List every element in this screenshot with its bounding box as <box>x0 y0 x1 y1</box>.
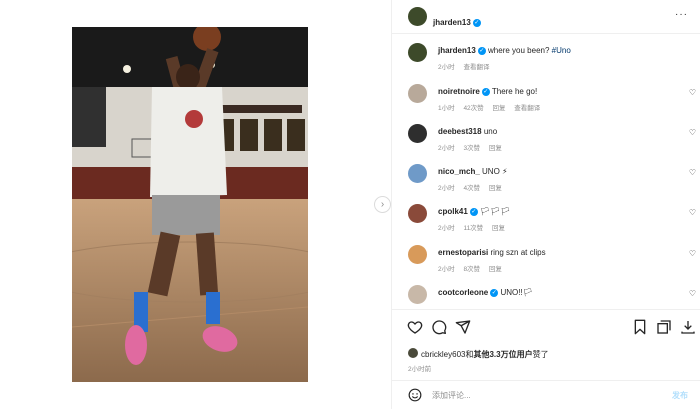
comment-reply-link[interactable]: 回复 <box>489 185 502 192</box>
comment-text: cootcorleone ✓ UNO!!🏳 <box>438 288 533 298</box>
likes-others[interactable]: 其他3.3万位用户 <box>473 350 532 359</box>
post-actions-bar <box>392 309 700 345</box>
comment-meta: 2小时 11次赞 回复 <box>438 222 512 232</box>
post-details-pane: jharden13 ✓ jharden13 ✓ where you been? #U… <box>392 0 700 409</box>
post-timestamp: 2小时前 <box>408 366 432 373</box>
media-pane: › <box>0 0 391 409</box>
verified-badge-icon: ✓ <box>490 289 499 297</box>
comment-username[interactable]: cootcorleone <box>438 288 488 297</box>
comment-body: UNO ⚡ <box>482 167 508 176</box>
caption-username[interactable]: jharden13 <box>438 46 476 55</box>
comment-text: ernestoparisi ring szn at clips <box>438 248 546 258</box>
commenter-avatar[interactable] <box>408 245 427 264</box>
comment-reply-link[interactable]: 回复 <box>489 266 502 273</box>
author-username[interactable]: jharden13 <box>433 18 471 27</box>
comment-reply-link[interactable]: 回复 <box>492 225 505 232</box>
comment-likes[interactable]: 3次赞 <box>463 145 480 152</box>
comment-text: nico_mch_ UNO ⚡ <box>438 167 508 177</box>
heart-icon[interactable] <box>407 319 423 335</box>
post-comment-button[interactable]: 发布 <box>672 390 688 401</box>
comment-likes[interactable]: 11次赞 <box>463 225 483 232</box>
caption-hashtag[interactable]: #Uno <box>552 46 571 55</box>
embed-icon[interactable] <box>656 319 672 335</box>
commenter-avatar[interactable] <box>408 285 427 304</box>
caption-meta: 2小时 查看翻译 <box>438 61 496 71</box>
comment-likes[interactable]: 8次赞 <box>463 266 480 273</box>
comment-username[interactable]: deebest318 <box>438 127 482 136</box>
download-icon[interactable] <box>680 319 696 335</box>
comment-username[interactable]: noiretnoire <box>438 87 480 96</box>
commenter-avatar[interactable] <box>408 204 427 223</box>
comment-text: deebest318 uno <box>438 127 497 137</box>
comment-heart-icon[interactable]: ♡ <box>689 168 696 177</box>
author-avatar[interactable] <box>408 7 427 26</box>
comment-time: 2小时 <box>438 145 455 152</box>
bookmark-icon[interactable] <box>632 319 648 335</box>
comment-meta: 2小时 8次赞 回复 <box>438 263 509 273</box>
comment-reply-link[interactable]: 回复 <box>489 145 502 152</box>
verified-badge-icon: ✓ <box>477 47 486 55</box>
caption-avatar[interactable] <box>408 43 427 62</box>
comment-username[interactable]: ernestoparisi <box>438 248 488 257</box>
post-photo[interactable] <box>72 27 308 382</box>
comment-body: 🏳🏳🏳 <box>480 207 511 216</box>
comment-time: 2小时 <box>438 266 455 273</box>
comment-heart-icon[interactable]: ♡ <box>689 208 696 217</box>
likes-suffix: 赞了 <box>532 350 549 359</box>
emoji-icon[interactable] <box>408 388 422 402</box>
comment-heart-icon[interactable]: ♡ <box>689 249 696 258</box>
comment-body: ring szn at clips <box>490 248 546 257</box>
caption-text: jharden13 ✓ where you been? #Uno <box>438 46 571 56</box>
comment-meta: 1小时 42次赞 回复 查看翻译 <box>438 102 547 112</box>
comment-body: There he go! <box>491 87 538 96</box>
comment-body: UNO!!🏳 <box>500 288 533 297</box>
caption-time: 2小时 <box>438 64 455 71</box>
comment-meta: 2小时 3次赞 回复 <box>438 142 509 152</box>
chevron-right-icon: › <box>380 199 385 210</box>
commenter-avatar[interactable] <box>408 164 427 183</box>
comment-username[interactable]: cpolk41 <box>438 207 468 216</box>
comment-reply-link[interactable]: 回复 <box>492 105 505 112</box>
comment-body: uno <box>483 127 498 136</box>
comment-time: 1小时 <box>438 105 455 112</box>
comment-likes[interactable]: 4次赞 <box>463 185 480 192</box>
verified-badge-icon: ✓ <box>472 19 481 27</box>
comment-text: cpolk41 ✓ 🏳🏳🏳 <box>438 207 511 217</box>
caption-translate-link[interactable]: 查看翻译 <box>463 64 489 71</box>
comments-list: jharden13 ✓ where you been? #Uno 2小时 查看翻译… <box>392 34 700 309</box>
caption-body: where you been? <box>488 46 552 55</box>
basketball-player-photo <box>72 27 308 382</box>
verified-badge-icon: ✓ <box>469 208 478 216</box>
comment-username[interactable]: nico_mch_ <box>438 167 480 176</box>
comment-heart-icon[interactable]: ♡ <box>689 88 696 97</box>
commenter-avatar[interactable] <box>408 84 427 103</box>
next-photo-button[interactable]: › <box>374 196 391 213</box>
send-icon[interactable] <box>455 319 471 335</box>
comment-likes[interactable]: 42次赞 <box>463 105 483 112</box>
verified-badge-icon: ✓ <box>481 88 490 96</box>
comment-time: 2小时 <box>438 225 455 232</box>
likes-text: cbrickley603和其他3.3万位用户赞了 <box>421 349 549 360</box>
liker-avatar[interactable] <box>408 348 418 358</box>
comment-meta: 2小时 4次赞 回复 <box>438 182 509 192</box>
post-header: jharden13 ✓ <box>392 0 700 34</box>
comment-time: 2小时 <box>438 185 455 192</box>
commenter-avatar[interactable] <box>408 124 427 143</box>
comment-heart-icon[interactable]: ♡ <box>689 128 696 137</box>
add-comment-bar: 发布 <box>392 380 700 409</box>
more-options-icon[interactable]: ··· <box>675 9 688 20</box>
comment-text: noiretnoire ✓ There he go! <box>438 87 537 97</box>
liker-username[interactable]: cbrickley603 <box>421 350 465 359</box>
comment-input[interactable] <box>432 387 642 403</box>
comment-heart-icon[interactable]: ♡ <box>689 289 696 298</box>
author-name-wrap: jharden13 ✓ <box>433 12 481 30</box>
comment-translate-link[interactable]: 查看翻译 <box>514 105 540 112</box>
comment-icon[interactable] <box>431 319 447 335</box>
